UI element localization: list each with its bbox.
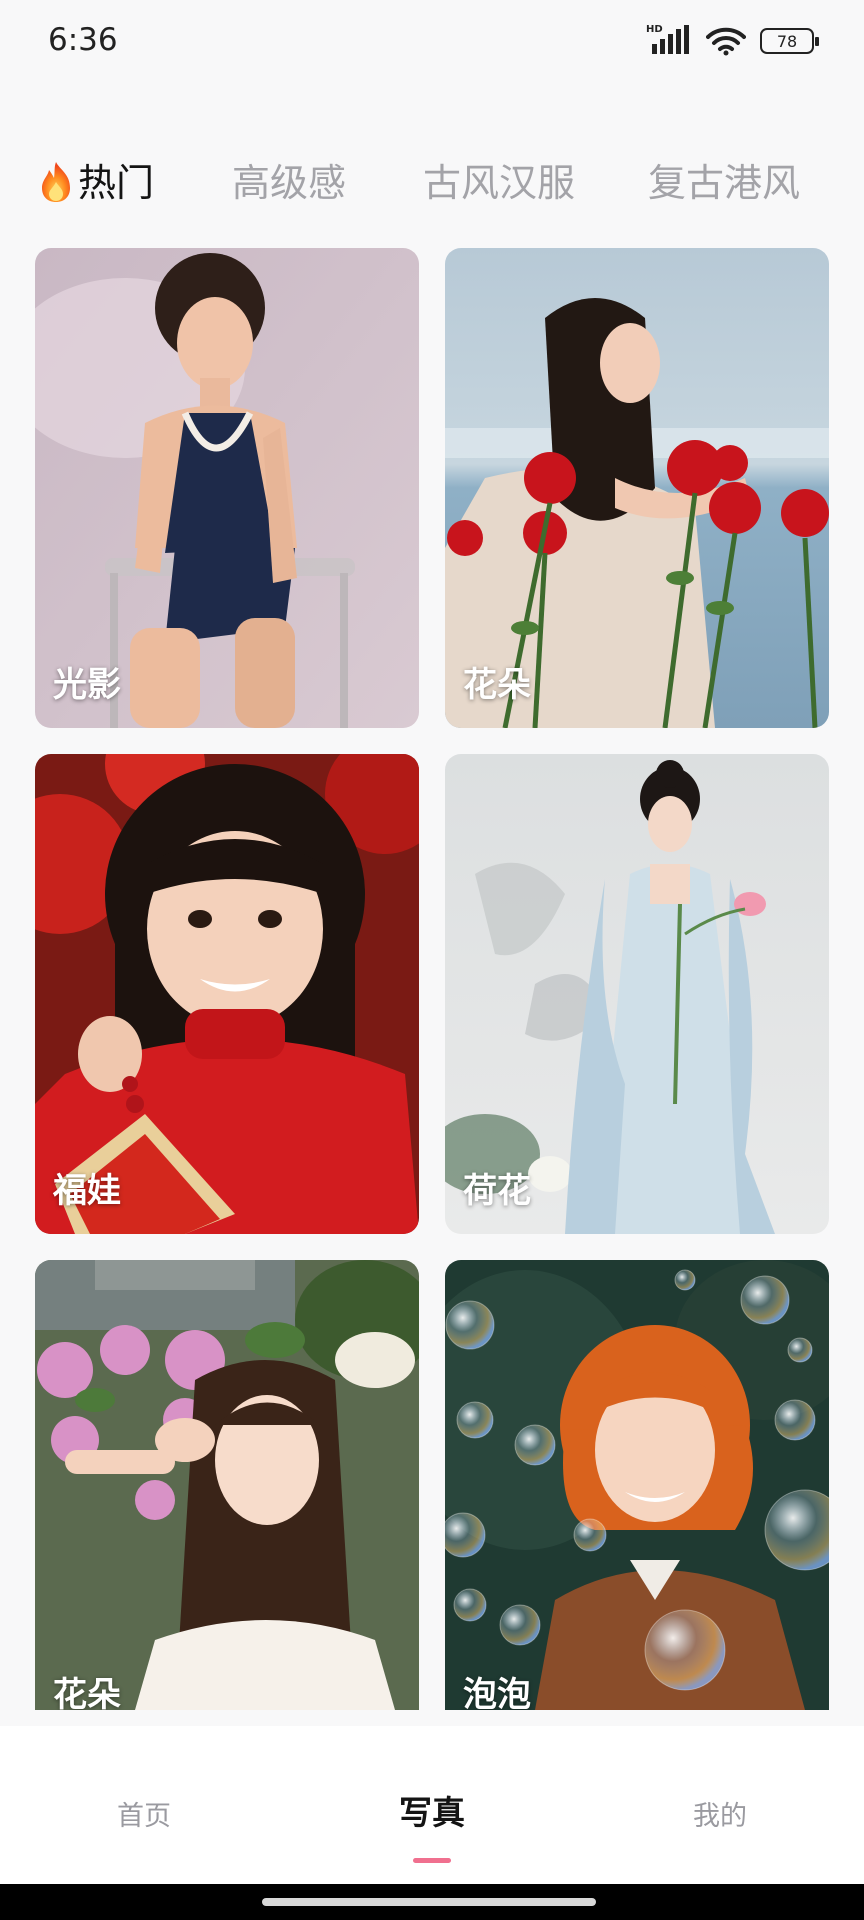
card-photo <box>445 1260 829 1710</box>
nav-home[interactable]: 首页 <box>117 1794 171 1833</box>
template-card[interactable]: 花朵 <box>445 248 829 728</box>
card-photo <box>445 248 829 728</box>
system-navigation-bar <box>0 1884 864 1920</box>
card-photo <box>445 754 829 1234</box>
photo-template-page: 6:36 HD 78 热门 高级感 古风汉服 复古港风 光影 花朵 福娃 荷花 … <box>0 0 864 1920</box>
template-card[interactable]: 泡泡 <box>445 1260 829 1710</box>
card-title: 光影 <box>53 665 121 705</box>
active-tab-indicator <box>413 1858 451 1863</box>
card-photo <box>35 754 419 1234</box>
nav-mine[interactable]: 我的 <box>693 1794 747 1833</box>
template-card[interactable]: 福娃 <box>35 754 419 1234</box>
card-title: 福娃 <box>53 1171 121 1211</box>
card-title: 荷花 <box>463 1171 531 1211</box>
nav-portrait[interactable]: 写真 <box>399 1786 465 1834</box>
home-gesture-handle[interactable] <box>262 1898 596 1906</box>
bottom-navigation: 首页 写真 我的 <box>0 1726 864 1884</box>
template-grid: 光影 花朵 福娃 荷花 花朵 泡泡 <box>0 0 864 1920</box>
card-title: 花朵 <box>53 1675 121 1710</box>
card-photo <box>35 248 419 728</box>
card-title: 花朵 <box>463 665 531 705</box>
template-card[interactable]: 荷花 <box>445 754 829 1234</box>
card-title: 泡泡 <box>463 1675 531 1710</box>
template-card[interactable]: 花朵 <box>35 1260 419 1710</box>
card-photo <box>35 1260 419 1710</box>
template-card[interactable]: 光影 <box>35 248 419 728</box>
